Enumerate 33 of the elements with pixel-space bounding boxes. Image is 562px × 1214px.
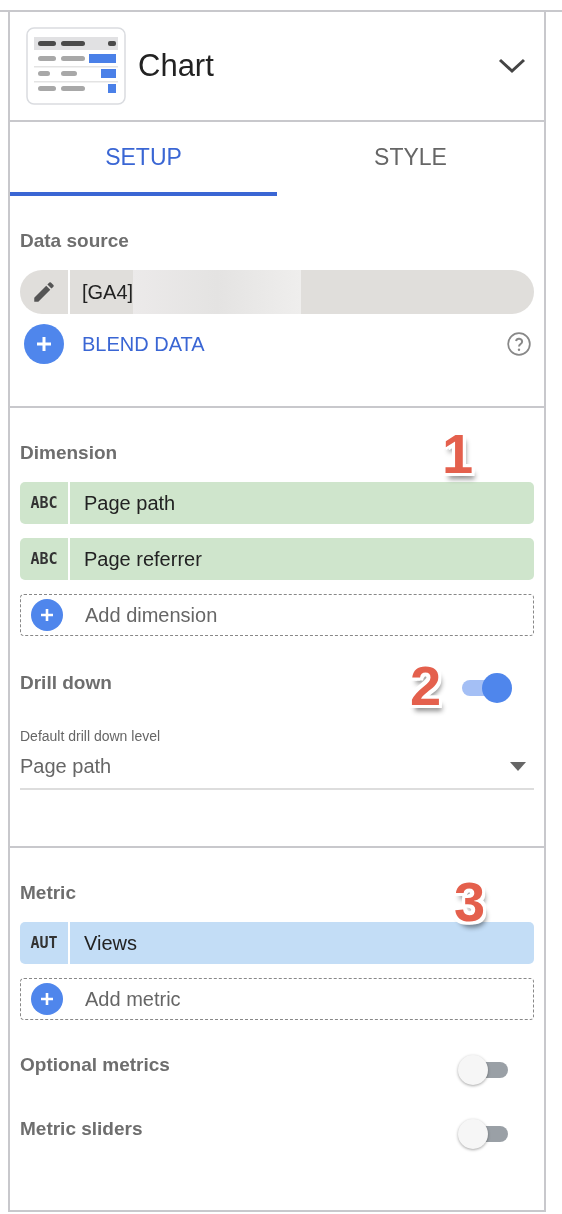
section-label: Dimension: [20, 442, 118, 464]
option-label: Optional metrics: [20, 1054, 170, 1076]
type-label: ABC: [20, 538, 70, 580]
option-label: Metric sliders: [20, 1118, 143, 1140]
data-source-field[interactable]: [GA4]: [20, 270, 534, 314]
add-metric-button[interactable]: Add metric: [20, 978, 534, 1020]
field-chip[interactable]: ABC Page path: [20, 482, 534, 524]
type-label: AUT: [20, 922, 70, 964]
field-chip[interactable]: AUT Views: [20, 922, 534, 964]
plus-icon: [24, 324, 64, 364]
field-label: Default drill down level: [20, 728, 161, 744]
field-chip[interactable]: ABC Page referrer: [20, 538, 534, 580]
field-name: Views: [84, 931, 137, 955]
field-name: Page referrer: [84, 547, 202, 571]
drill-level-dropdown[interactable]: Page path: [20, 744, 534, 790]
chart-title: Chart: [138, 48, 215, 84]
section-label: Data source: [20, 230, 129, 252]
type-label: ABC: [20, 482, 70, 524]
annotation-number: 2: [410, 658, 442, 714]
pencil-icon[interactable]: [31, 279, 57, 305]
data-source-name: [GA4]: [82, 280, 134, 304]
plus-icon: [31, 983, 63, 1015]
field-name: Page path: [84, 491, 176, 515]
option-label: Drill down: [20, 672, 112, 694]
chevron-down-icon[interactable]: [498, 58, 526, 74]
help-icon[interactable]: [506, 331, 532, 357]
annotation-number: 1: [442, 426, 474, 482]
table-chart-icon: [26, 27, 126, 105]
add-dimension-button[interactable]: Add dimension: [20, 594, 534, 636]
dropdown-arrow-icon: [510, 761, 526, 771]
blend-data-button[interactable]: BLEND DATA: [20, 324, 205, 364]
plus-icon: [31, 599, 63, 631]
section-label: Metric: [20, 882, 76, 904]
